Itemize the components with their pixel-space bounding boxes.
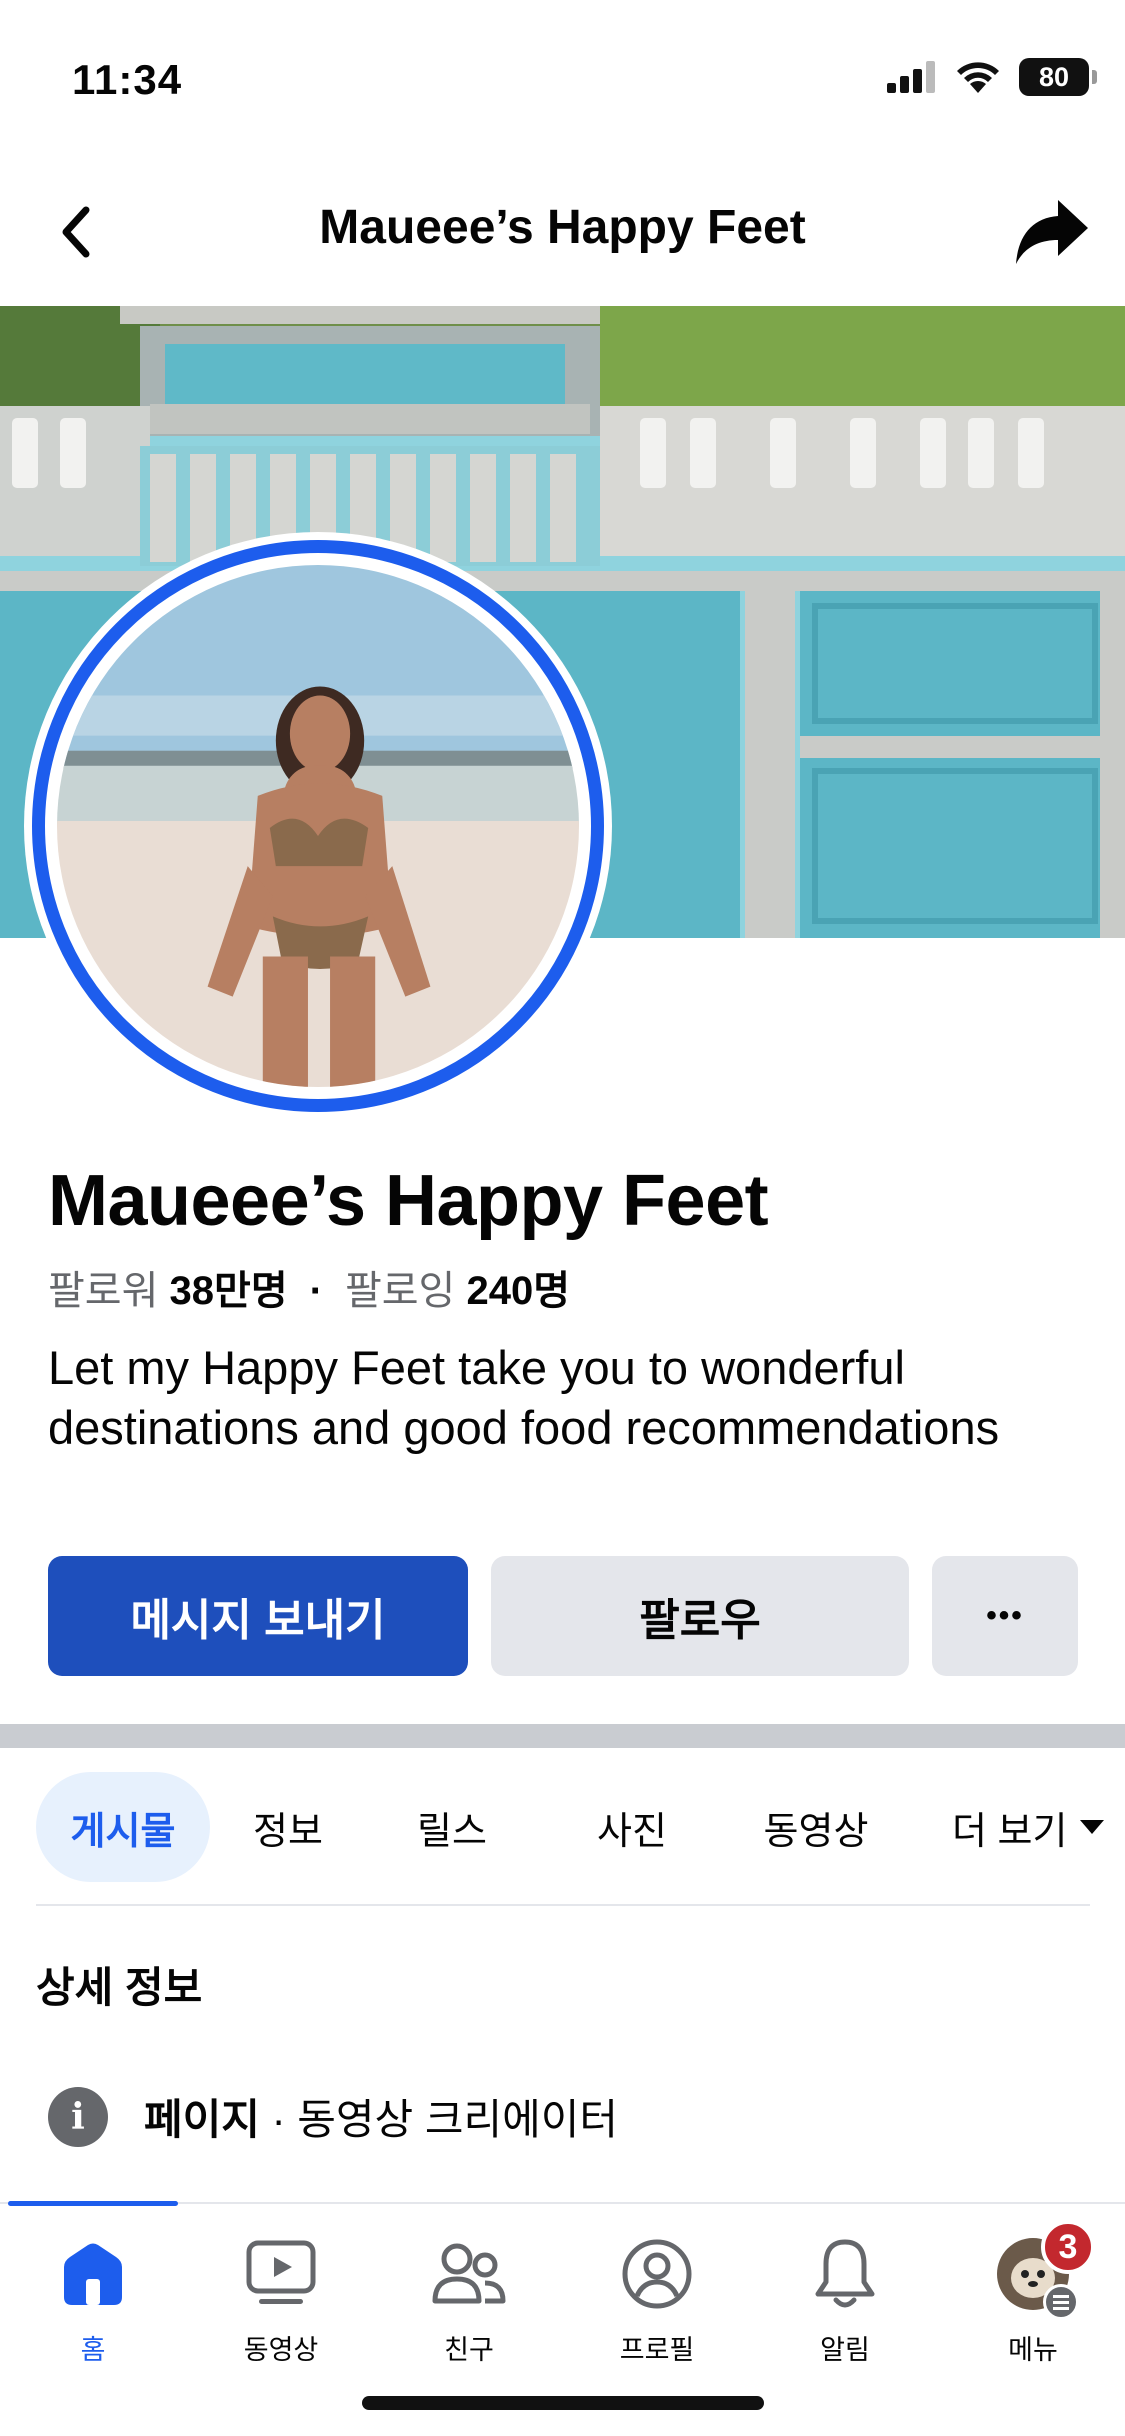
tab-photos[interactable]: 사진 — [580, 1772, 684, 1882]
status-time: 11:34 — [72, 56, 183, 103]
separator-dot: · — [309, 1269, 323, 1313]
tabbar-label: 알림 — [820, 2335, 870, 2365]
video-icon — [241, 2234, 321, 2314]
chevron-left-icon — [62, 206, 90, 258]
tab-reels[interactable]: 릴스 — [400, 1772, 504, 1882]
battery-icon: 80 — [1019, 58, 1097, 96]
hamburger-icon — [1043, 2284, 1079, 2320]
home-icon — [53, 2234, 133, 2314]
profile-icon — [617, 2234, 697, 2314]
followers-label: 팔로워 — [48, 1269, 159, 1313]
tabbar-notifications[interactable]: 알림 — [760, 2234, 930, 2367]
avatar-photo — [57, 565, 579, 1087]
profile-avatar[interactable] — [24, 532, 612, 1120]
more-options-icon: ••• — [986, 1599, 1024, 1632]
info-icon: i — [48, 2086, 108, 2147]
tab-videos[interactable]: 동영상 — [736, 1772, 896, 1882]
cellular-signal-icon — [887, 61, 935, 93]
battery-level: 80 — [1038, 61, 1070, 92]
send-message-label: 메시지 보내기 — [130, 1596, 386, 1645]
page-category: · 동영상 크리에이터 — [259, 2096, 619, 2143]
tabbar-video[interactable]: 동영상 — [196, 2234, 366, 2367]
follow-stats: 팔로워 38만명 · 팔로잉 240명 — [48, 1258, 570, 1316]
tab-posts[interactable]: 게시물 — [36, 1772, 210, 1882]
tab-label: 게시물 — [70, 1810, 176, 1853]
notification-badge: 3 — [1041, 2220, 1095, 2274]
active-tab-indicator — [8, 2201, 178, 2206]
navigation-bar: Maueee’s Happy Feet — [0, 160, 1125, 306]
tabbar-label: 메뉴 — [1008, 2335, 1058, 2365]
tabbar-profile[interactable]: 프로필 — [572, 2234, 742, 2367]
follow-label: 팔로우 — [639, 1596, 761, 1645]
tabs-divider — [36, 1904, 1090, 1906]
back-button[interactable] — [40, 196, 112, 268]
bell-icon — [805, 2234, 885, 2314]
followers-count: 38만명 — [169, 1269, 288, 1313]
tab-label: 정보 — [253, 1810, 323, 1853]
tabbar-label: 홈 — [80, 2335, 106, 2365]
section-divider — [0, 1724, 1125, 1748]
page-title: Maueee’s Happy Feet — [319, 201, 806, 254]
wifi-icon — [957, 62, 999, 93]
page-category-row: i 페이지 · 동영상 크리에이터 — [48, 2086, 618, 2147]
menu-icon: 3 — [993, 2220, 1095, 2320]
page-category-text: 페이지 · 동영상 크리에이터 — [144, 2086, 618, 2147]
profile-tabs: 게시물 정보 릴스 사진 동영상 더 보기 — [36, 1772, 1125, 1882]
profile-name: Maueee’s Happy Feet — [48, 1161, 769, 1241]
tab-label: 동영상 — [763, 1810, 869, 1853]
status-icons: 80 — [887, 58, 1097, 96]
following-label: 팔로잉 — [344, 1269, 456, 1313]
tabbar-label: 동영상 — [243, 2335, 319, 2365]
details-heading: 상세 정보 — [36, 1964, 203, 2011]
tab-label: 릴스 — [417, 1810, 487, 1853]
profile-bio: Let my Happy Feet take you to wonderful … — [48, 1341, 1000, 1454]
following-link[interactable]: 팔로잉 240명 — [345, 1269, 570, 1313]
follow-button[interactable]: 팔로우 — [491, 1556, 909, 1676]
tab-about[interactable]: 정보 — [236, 1772, 340, 1882]
following-count: 240명 — [466, 1269, 571, 1313]
friends-icon — [429, 2234, 509, 2314]
tab-label: 더 보기 — [952, 1810, 1068, 1853]
status-bar: 11:34 80 — [0, 0, 1125, 160]
send-message-button[interactable]: 메시지 보내기 — [48, 1556, 468, 1676]
tabbar-label: 프로필 — [619, 2335, 695, 2365]
avatar-image — [57, 565, 579, 1087]
tabbar-label: 친구 — [444, 2335, 494, 2365]
tab-more[interactable]: 더 보기 — [952, 1772, 1125, 1882]
home-indicator — [362, 2396, 764, 2410]
tabbar-menu[interactable]: 3 메뉴 — [948, 2220, 1118, 2367]
more-options-button[interactable]: ••• — [932, 1556, 1078, 1676]
story-ring — [32, 540, 604, 1112]
caret-down-icon — [1080, 1820, 1105, 1834]
share-button[interactable] — [1007, 190, 1097, 274]
followers-link[interactable]: 팔로워 38만명 — [48, 1269, 288, 1313]
tabbar-home[interactable]: 홈 — [8, 2234, 178, 2367]
share-arrow-icon — [1016, 200, 1088, 264]
tab-label: 사진 — [597, 1810, 667, 1853]
tabbar-friends[interactable]: 친구 — [384, 2234, 554, 2367]
page-label: 페이지 — [144, 2096, 260, 2143]
